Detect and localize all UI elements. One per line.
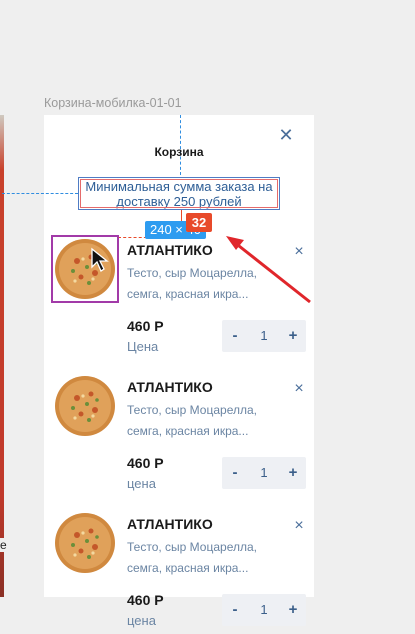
decrease-quantity-button[interactable]: - [222,594,248,626]
pizza-icon [55,513,115,573]
price-label: цена [127,476,156,491]
item-description: Тесто, сыр Моцарелла, семга, красная икр… [127,266,257,301]
quantity-stepper: - 1 + [222,457,306,489]
item-price: 460 Р [127,455,164,471]
pizza-icon [55,376,115,436]
item-description: Тесто, сыр Моцарелла, семга, красная икр… [127,540,257,575]
quantity-value: 1 [260,602,268,617]
decrease-quantity-button[interactable]: - [222,457,248,489]
price-label: Цена [127,339,159,354]
remove-item-button[interactable]: × [292,517,306,534]
cart-item: АТЛАНТИКО Тесто, сыр Моцарелла, семга, к… [44,504,314,634]
close-cart-button[interactable]: ✕ [278,125,294,145]
cart-item: АТЛАНТИКО Тесто, сыр Моцарелла, семга, к… [44,367,314,497]
close-icon: × [294,243,304,260]
item-price: 460 Р [127,318,164,334]
cart-item: АТЛАНТИКО Тесто, сыр Моцарелла, семга, к… [44,230,314,360]
quantity-stepper: - 1 + [222,594,306,626]
price-label: цена [127,613,156,628]
increase-quantity-button[interactable]: + [280,320,306,352]
quantity-stepper: - 1 + [222,320,306,352]
item-price: 460 Р [127,592,164,608]
increase-quantity-button[interactable]: + [280,594,306,626]
min-order-notice: Минимальная сумма заказа на доставку 250… [78,177,280,210]
mouse-cursor-icon [91,247,109,272]
close-icon: ✕ [278,125,294,145]
remove-item-button[interactable]: × [292,380,306,397]
background-canvas-strip [0,115,4,597]
increase-quantity-button[interactable]: + [280,457,306,489]
cart-title: Корзина [154,145,204,159]
quantity-value: 1 [260,328,268,343]
item-name: АТЛАНТИКО [127,516,213,532]
measure-guide-horizontal [2,193,78,194]
canvas-text-fragment: е [0,538,7,552]
close-icon: × [294,517,304,534]
pizza-image[interactable] [53,374,117,438]
decrease-quantity-button[interactable]: - [222,320,248,352]
remove-item-button[interactable]: × [292,243,306,260]
close-icon: × [294,380,304,397]
item-description: Тесто, сыр Моцарелла, семга, красная икр… [127,403,257,438]
item-name: АТЛАНТИКО [127,242,213,258]
frame-label: Корзина-мобилка-01-01 [44,96,182,110]
item-name: АТЛАНТИКО [127,379,213,395]
pizza-image[interactable] [53,511,117,575]
quantity-value: 1 [260,465,268,480]
